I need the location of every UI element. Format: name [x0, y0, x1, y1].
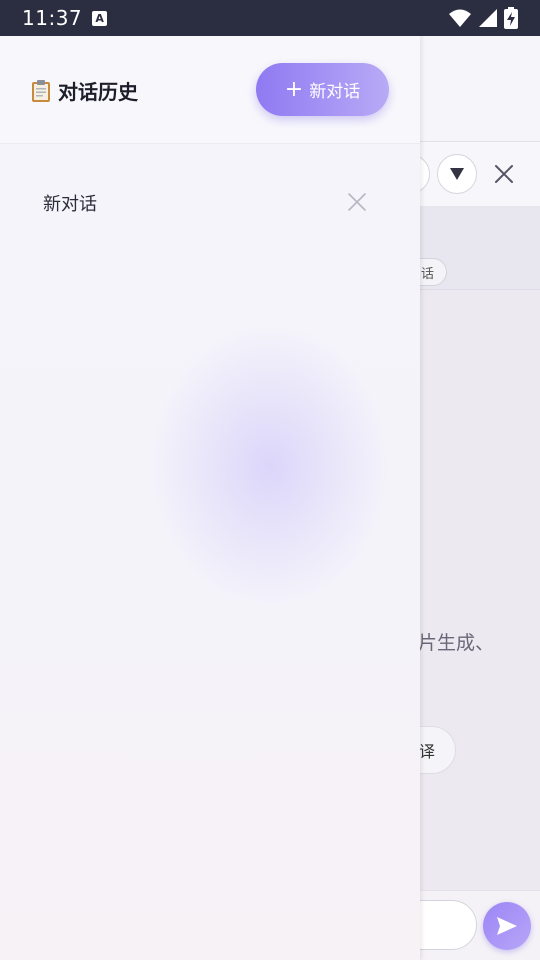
signal-icon: [479, 9, 497, 27]
close-icon[interactable]: [346, 191, 368, 213]
drawer-title: 对话历史: [30, 76, 138, 105]
conversation-title: 新对话: [43, 194, 97, 215]
send-button[interactable]: [483, 902, 531, 950]
drawer-header: 对话历史 + 新对话: [0, 36, 420, 144]
background-welcome-text: 片生成、: [418, 632, 495, 654]
send-icon: [497, 917, 517, 935]
clipboard-icon: [32, 79, 50, 102]
status-bar: 11:37 A: [0, 0, 540, 36]
history-drawer: 对话历史 + 新对话 新对话: [0, 36, 420, 960]
drawer-title-text: 对话历史: [58, 80, 138, 104]
battery-charging-icon: [504, 7, 518, 29]
new-conversation-label: 新对话: [309, 82, 361, 102]
wifi-icon: [449, 9, 471, 27]
triangle-down-icon: [450, 168, 464, 180]
a-icon: A: [92, 10, 108, 26]
close-icon[interactable]: [492, 162, 516, 186]
status-icons: [448, 7, 518, 29]
collapse-button[interactable]: [437, 154, 477, 194]
status-time: 11:37: [22, 6, 83, 30]
plus-icon: +: [284, 76, 304, 102]
new-conversation-button[interactable]: + 新对话: [256, 63, 389, 116]
